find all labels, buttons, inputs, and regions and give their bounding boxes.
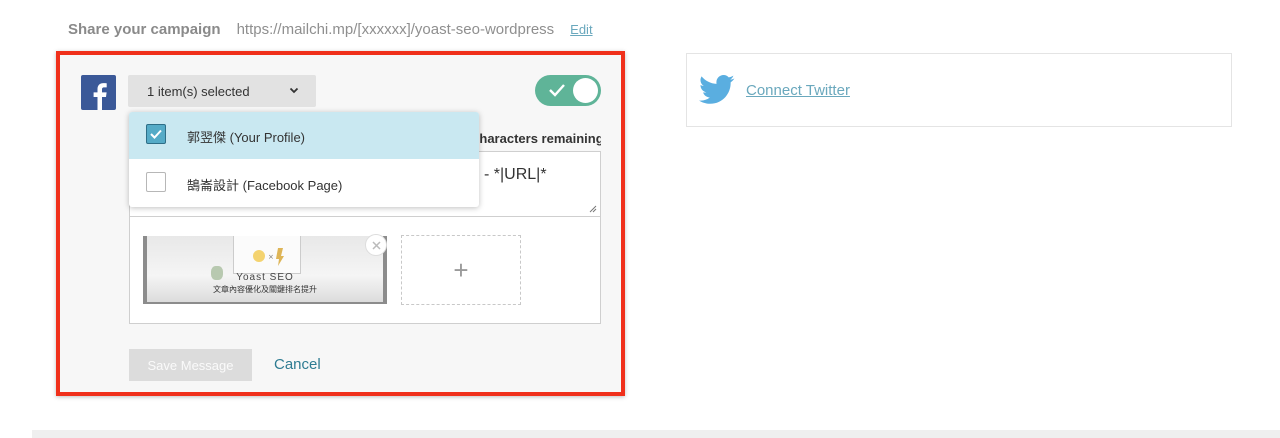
message-text: - *|URL|* <box>484 166 547 183</box>
remove-image-button[interactable] <box>365 234 387 256</box>
account-option-label: 郭翌傑 (Your Profile) <box>187 130 305 145</box>
close-icon <box>371 240 381 250</box>
cancel-link[interactable]: Cancel <box>274 356 321 373</box>
twitter-card: Connect Twitter <box>686 53 1232 127</box>
thumbnail-title: Yoast SEO <box>236 272 294 283</box>
share-campaign-label: Share your campaign <box>68 20 221 38</box>
yoast-logo-icon: × <box>253 248 284 266</box>
account-option-page[interactable]: 鵠崙設計 (Facebook Page) <box>129 160 479 207</box>
share-campaign-row: Share your campaign https://mailchi.mp/[… <box>68 18 593 40</box>
account-option-profile[interactable]: 郭翌傑 (Your Profile) <box>129 112 479 159</box>
thumbnail-frame: × <box>233 236 301 274</box>
plus-icon: + <box>453 254 469 285</box>
account-select-dropdown[interactable]: 1 item(s) selected <box>128 75 316 107</box>
account-dropdown-menu: 郭翌傑 (Your Profile) 鵠崙設計 (Facebook Page) <box>129 112 479 207</box>
edit-url-link[interactable]: Edit <box>570 22 592 37</box>
bottom-divider <box>32 430 1280 438</box>
facebook-icon <box>81 75 116 110</box>
account-option-label: 鵠崙設計 (Facebook Page) <box>187 178 343 193</box>
add-image-button[interactable]: + <box>401 235 521 305</box>
checkmark-icon <box>549 84 565 97</box>
twitter-icon <box>699 75 735 104</box>
image-attachments: × Yoast SEO 文章內容優化及關鍵排名提升 + <box>129 217 601 324</box>
characters-remaining: Characters remaining <box>470 131 601 146</box>
attached-image-thumbnail: × Yoast SEO 文章內容優化及關鍵排名提升 <box>143 236 387 304</box>
chevron-down-icon <box>289 87 299 94</box>
save-message-button[interactable]: Save Message <box>129 349 252 381</box>
checkbox-unchecked[interactable] <box>146 172 166 192</box>
account-select-label: 1 item(s) selected <box>147 83 250 99</box>
svg-text:×: × <box>268 253 274 261</box>
facebook-post-panel: 1 item(s) selected Characters remaining … <box>56 51 625 396</box>
connect-twitter-link[interactable]: Connect Twitter <box>746 82 850 99</box>
campaign-url: https://mailchi.mp/[xxxxxx]/yoast-seo-wo… <box>236 20 555 38</box>
facebook-enable-toggle[interactable] <box>535 75 601 106</box>
checkbox-checked[interactable] <box>146 124 166 144</box>
toggle-knob <box>573 78 598 103</box>
resize-handle-icon[interactable] <box>589 205 597 213</box>
thumbnail-subtitle: 文章內容優化及關鍵排名提升 <box>213 285 317 294</box>
checkmark-icon <box>150 129 162 139</box>
